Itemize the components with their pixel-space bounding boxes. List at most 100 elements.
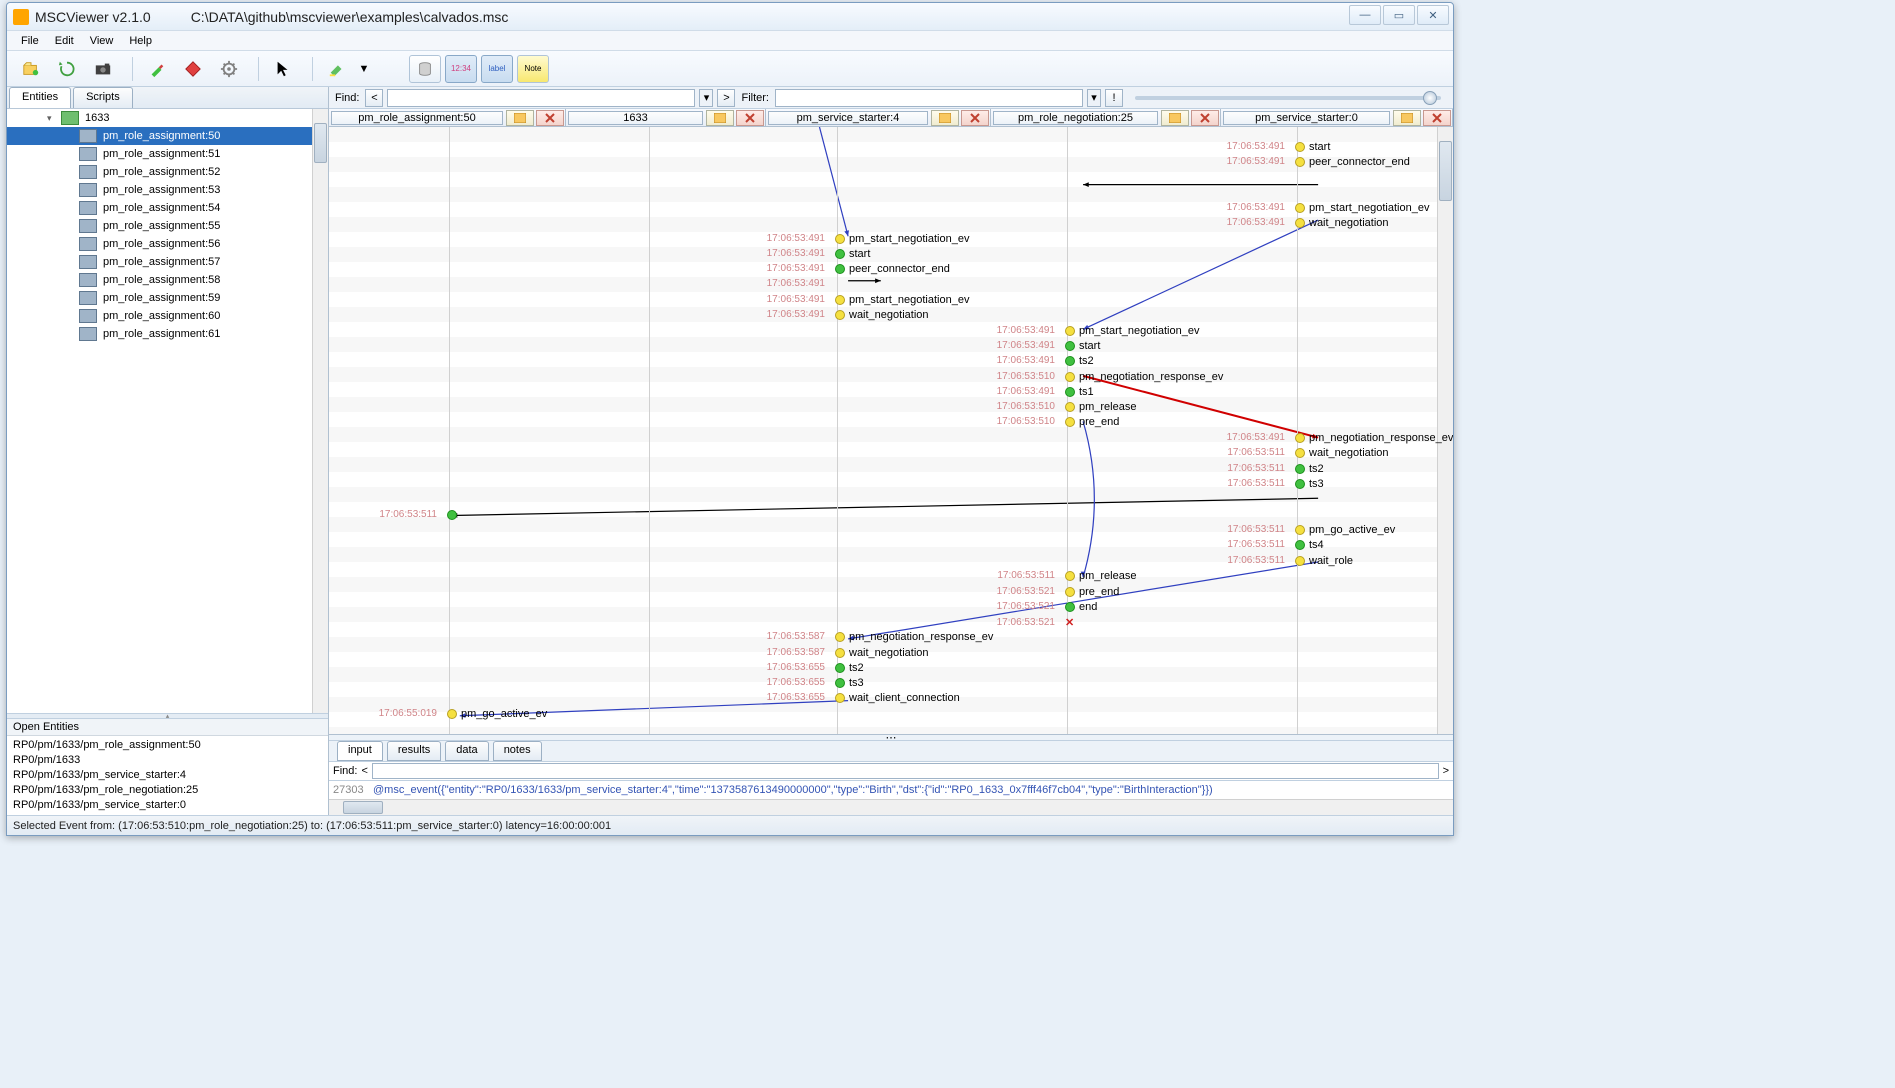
tree-item[interactable]: pm_role_assignment:52 (7, 163, 328, 181)
btab-input[interactable]: input (337, 741, 383, 761)
bfind-input[interactable] (372, 763, 1439, 779)
event[interactable]: 17:06:53:655ts2 (761, 660, 864, 675)
open-entity-item[interactable]: RP0/pm/1633/pm_service_starter:4 (13, 768, 322, 783)
event[interactable]: 17:06:53:521end (991, 599, 1097, 614)
event[interactable]: 17:06:53:511ts4 (1221, 537, 1324, 552)
event[interactable]: 17:06:53:511ts3 (1221, 476, 1324, 491)
open-entity-item[interactable]: RP0/pm/1633/pm_role_assignment:50 (13, 738, 322, 753)
filter-invert-button[interactable]: ! (1105, 89, 1123, 107)
column-close-button[interactable] (736, 110, 764, 126)
tab-scripts[interactable]: Scripts (73, 87, 133, 108)
column-collapse-button[interactable] (506, 110, 534, 126)
menu-edit[interactable]: Edit (47, 33, 82, 49)
filter-dropdown[interactable]: ▾ (1087, 89, 1101, 107)
diagram-viewport[interactable]: 17:06:53:491start 17:06:53:491peer_connec… (329, 127, 1453, 734)
open-entities-list[interactable]: RP0/pm/1633/pm_role_assignment:50RP0/pm/… (7, 736, 328, 815)
bfind-prev[interactable]: < (361, 765, 367, 777)
tool-red-diamond[interactable] (177, 55, 209, 83)
tool-notes[interactable]: Note (517, 55, 549, 83)
column-collapse-button[interactable] (1393, 110, 1421, 126)
scrollbar-thumb[interactable] (314, 123, 327, 163)
event[interactable]: 17:06:53:511 (373, 507, 461, 522)
close-button[interactable]: ✕ (1417, 5, 1449, 25)
find-input[interactable] (387, 89, 695, 107)
filter-input[interactable] (775, 89, 1083, 107)
find-dropdown[interactable]: ▾ (699, 89, 713, 107)
event[interactable]: 17:06:53:491peer_connector_end (1221, 154, 1410, 169)
event[interactable]: 17:06:53:491ts1 (991, 384, 1094, 399)
event[interactable]: 17:06:53:491pm_start_negotiation_ev (991, 323, 1199, 338)
event[interactable]: 17:06:53:491start (761, 246, 870, 261)
tree-item[interactable]: pm_role_assignment:54 (7, 199, 328, 217)
column-collapse-button[interactable] (931, 110, 959, 126)
tree-item[interactable]: pm_role_assignment:57 (7, 253, 328, 271)
event[interactable]: 17:06:53:511pm_release (991, 568, 1136, 583)
btab-results[interactable]: results (387, 741, 441, 761)
find-next-button[interactable]: > (717, 89, 735, 107)
menu-view[interactable]: View (82, 33, 122, 49)
menu-help[interactable]: Help (121, 33, 160, 49)
tool-marker[interactable] (141, 55, 173, 83)
event[interactable]: 17:06:53:521✕ (991, 615, 1078, 630)
menu-file[interactable]: File (13, 33, 47, 49)
open-entity-item[interactable]: RP0/pm/1633 (13, 753, 322, 768)
code-line[interactable]: 27303 @msc_event({"entity":"RP0/1633/163… (329, 781, 1453, 799)
column-name[interactable]: 1633 (568, 111, 703, 125)
event[interactable]: 17:06:53:510pm_release (991, 399, 1136, 414)
hscroll-thumb[interactable] (343, 801, 383, 814)
tree-item[interactable]: pm_role_assignment:55 (7, 217, 328, 235)
tool-refresh[interactable] (51, 55, 83, 83)
tree-item[interactable]: pm_role_assignment:58 (7, 271, 328, 289)
slider-knob[interactable] (1423, 91, 1437, 105)
open-entity-item[interactable]: RP0/pm/1633/pm_service_starter:0 (13, 798, 322, 813)
event[interactable]: 17:06:53:491start (991, 338, 1100, 353)
tree-item[interactable]: pm_role_assignment:60 (7, 307, 328, 325)
tree-item[interactable]: pm_role_assignment:53 (7, 181, 328, 199)
event[interactable]: 17:06:53:511pm_go_active_ev (1221, 522, 1395, 537)
event[interactable]: 17:06:53:587wait_negotiation (761, 645, 929, 660)
tool-settings[interactable] (213, 55, 245, 83)
column-name[interactable]: pm_role_negotiation:25 (993, 111, 1158, 125)
event[interactable]: 17:06:53:510pre_end (991, 414, 1119, 429)
event[interactable]: 17:06:53:491wait_negotiation (1221, 215, 1389, 230)
btab-notes[interactable]: notes (493, 741, 542, 761)
column-collapse-button[interactable] (706, 110, 734, 126)
event[interactable]: 17:06:55:019pm_go_active_ev (373, 706, 547, 721)
event[interactable]: 17:06:53:511ts2 (1221, 461, 1324, 476)
event[interactable]: 17:06:53:655ts3 (761, 675, 864, 690)
column-name[interactable]: pm_service_starter:4 (768, 111, 928, 125)
bottom-hscroll[interactable] (329, 799, 1453, 815)
event[interactable]: 17:06:53:587pm_negotiation_response_ev (761, 629, 993, 644)
tab-entities[interactable]: Entities (9, 87, 71, 108)
tree-scrollbar[interactable] (312, 109, 328, 713)
tool-highlighter[interactable] (321, 55, 353, 83)
column-collapse-button[interactable] (1161, 110, 1189, 126)
open-entity-item[interactable]: RP0/pm/1633/pm_role_negotiation:25 (13, 783, 322, 798)
tool-database[interactable] (409, 55, 441, 83)
zoom-slider[interactable] (1135, 96, 1441, 100)
column-close-button[interactable] (1191, 110, 1219, 126)
column-close-button[interactable] (961, 110, 989, 126)
column-close-button[interactable] (1423, 110, 1451, 126)
event[interactable]: 17:06:53:491 (761, 276, 849, 291)
event[interactable]: 17:06:53:491pm_start_negotiation_ev (761, 231, 969, 246)
scrollbar-thumb[interactable] (1439, 141, 1452, 201)
entity-tree[interactable]: ▾1633pm_role_assignment:50pm_role_assign… (7, 109, 328, 713)
column-close-button[interactable] (536, 110, 564, 126)
tool-dropdown[interactable]: ▼ (357, 55, 371, 83)
tree-item[interactable]: pm_role_assignment:50 (7, 127, 328, 145)
bfind-next[interactable]: > (1443, 765, 1449, 777)
tree-item[interactable]: pm_role_assignment:51 (7, 145, 328, 163)
tool-camera[interactable] (87, 55, 119, 83)
event[interactable]: 17:06:53:491pm_start_negotiation_ev (1221, 200, 1429, 215)
event[interactable]: 17:06:53:491pm_start_negotiation_ev (761, 292, 969, 307)
event[interactable]: 17:06:53:511wait_role (1221, 553, 1353, 568)
tool-open[interactable] (15, 55, 47, 83)
tree-item[interactable]: pm_role_assignment:56 (7, 235, 328, 253)
find-prev-button[interactable]: < (365, 89, 383, 107)
event[interactable]: 17:06:53:510pm_negotiation_response_ev (991, 369, 1223, 384)
tree-parent-node[interactable]: ▾1633 (7, 109, 328, 127)
event[interactable]: 17:06:53:491pm_negotiation_response_ev (1221, 430, 1453, 445)
tree-item[interactable]: pm_role_assignment:61 (7, 325, 328, 343)
tool-timestamps[interactable]: 12:34 (445, 55, 477, 83)
